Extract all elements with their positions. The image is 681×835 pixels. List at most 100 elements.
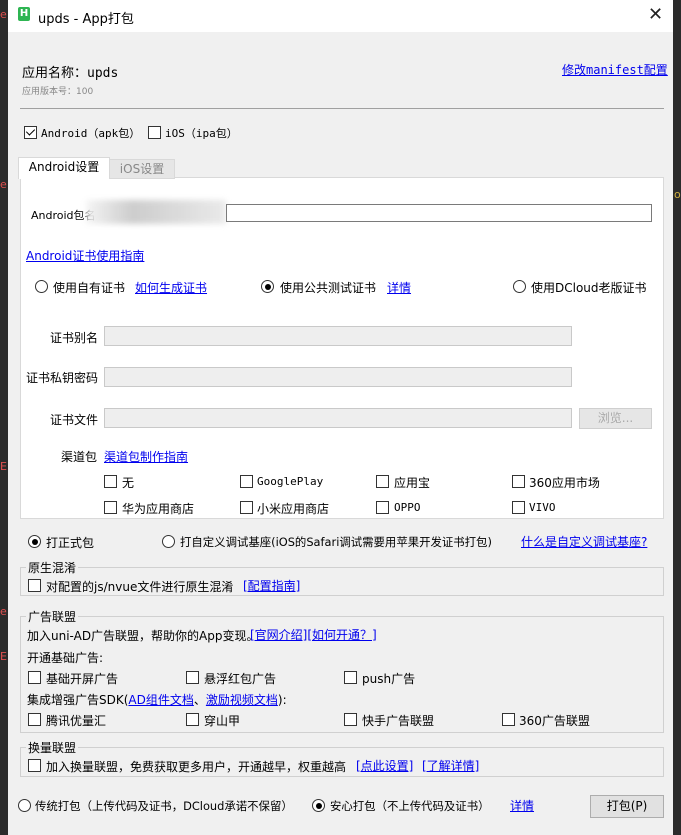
- custom-base-label: 打自定义调试基座(iOS的Safari调试需要用苹果开发证书打包): [180, 535, 492, 549]
- background-editor-mark: e: [0, 8, 7, 21]
- obfuscation-title: 原生混淆: [26, 559, 79, 576]
- cert-guide-link[interactable]: Android证书使用指南: [26, 247, 144, 264]
- tencent-ad-checkbox[interactable]: [28, 713, 41, 726]
- float-redpacket-label: 悬浮红包广告: [204, 672, 277, 686]
- own-cert-radio[interactable]: [35, 280, 48, 293]
- close-icon[interactable]: ✕: [648, 5, 663, 25]
- app-name-label: 应用名称：: [22, 66, 88, 81]
- formal-build-radio[interactable]: [28, 535, 41, 548]
- channel-360-label: 360应用市场: [529, 476, 600, 490]
- public-test-cert-label: 使用公共测试证书: [280, 281, 377, 295]
- traditional-pack-label: 传统打包（上传代码及证书，DCloud承诺不保留）: [35, 799, 293, 813]
- background-editor-mark: e: [0, 605, 7, 618]
- exchange-title: 换量联盟: [26, 739, 79, 756]
- package-name-input[interactable]: [226, 204, 652, 222]
- secure-pack-details-link[interactable]: 详情: [510, 797, 534, 814]
- push-ad-checkbox[interactable]: [344, 671, 357, 684]
- pangle-ad-checkbox[interactable]: [186, 713, 199, 726]
- exchange-settings-link[interactable]: [点此设置]: [356, 757, 413, 774]
- pack-button[interactable]: 打包(P): [590, 795, 664, 818]
- title-bar: H upds - App打包 ✕: [8, 0, 673, 32]
- channel-yingyongbao-checkbox[interactable]: [376, 475, 389, 488]
- ads-intro-link[interactable]: [官网介绍][如何开通？]: [250, 626, 377, 643]
- kuaishou-ad-label: 快手广告联盟: [362, 714, 435, 728]
- exchange-checkbox[interactable]: [28, 759, 41, 772]
- custom-base-radio[interactable]: [162, 535, 175, 548]
- splash-ad-label: 基础开屏广告: [46, 672, 119, 686]
- dcloud-old-cert-radio[interactable]: [513, 280, 526, 293]
- formal-build-label: 打正式包: [46, 536, 95, 550]
- public-test-cert-radio[interactable]: [261, 280, 274, 293]
- version-label: 应用版本号：: [22, 87, 77, 97]
- channel-guide-link[interactable]: 渠道包制作指南: [104, 448, 188, 465]
- reward-video-doc-link[interactable]: 激励视频文档: [206, 693, 278, 707]
- tab-ios-settings[interactable]: iOS设置: [109, 159, 175, 179]
- hbuilder-logo-icon: H: [18, 7, 30, 21]
- secure-pack-label: 安心打包（不上传代码及证书）: [330, 799, 490, 813]
- cert-alias-label: 证书别名: [50, 331, 99, 345]
- exchange-details-link[interactable]: [了解详情]: [422, 757, 479, 774]
- manifest-link[interactable]: 修改manifest配置: [562, 61, 668, 78]
- sdk-ads-prefix: 集成增强广告SDK(: [27, 693, 129, 707]
- android-checkbox[interactable]: [24, 126, 37, 139]
- window-title: upds - App打包: [38, 12, 134, 27]
- header-divider: [20, 108, 664, 109]
- public-cert-details-link[interactable]: 详情: [387, 279, 411, 296]
- ios-checkbox-label: iOS（ipa包）: [165, 127, 238, 140]
- channel-xiaomi-label: 小米应用商店: [257, 502, 330, 516]
- app-name-row: 应用名称：upds: [22, 62, 118, 81]
- channel-label: 渠道包: [61, 450, 98, 464]
- exchange-label: 加入换量联盟，免费获取更多用户，开通越早，权重越高: [46, 760, 347, 774]
- obfuscation-guide-link[interactable]: [配置指南]: [243, 577, 300, 594]
- ads-intro: 加入uni-AD广告联盟，帮助你的App变现。: [27, 629, 259, 643]
- ios-checkbox[interactable]: [148, 126, 161, 139]
- tencent-ad-label: 腾讯优量汇: [46, 714, 107, 728]
- background-editor-mark: E: [0, 650, 7, 663]
- ad-component-doc-link[interactable]: AD组件文档: [128, 693, 193, 707]
- cert-alias-input[interactable]: [104, 326, 572, 346]
- channel-googleplay-checkbox[interactable]: [240, 475, 253, 488]
- splash-ad-checkbox[interactable]: [28, 671, 41, 684]
- sdk-separator: 、: [193, 693, 206, 707]
- how-to-generate-link[interactable]: 如何生成证书: [135, 279, 207, 296]
- cert-file-input[interactable]: [104, 408, 572, 428]
- pangle-ad-label: 穿山甲: [204, 714, 241, 728]
- obfuscation-label: 对配置的js/nvue文件进行原生混淆: [46, 580, 234, 594]
- channel-googleplay-label: GooglePlay: [257, 475, 324, 488]
- channel-huawei-label: 华为应用商店: [122, 502, 195, 516]
- version-value: 100: [76, 87, 94, 97]
- ad360-checkbox[interactable]: [502, 713, 515, 726]
- sdk-ads-suffix: ):: [277, 693, 287, 707]
- channel-none-checkbox[interactable]: [104, 475, 117, 488]
- sdk-ads-row: 集成增强广告SDK(AD组件文档、激励视频文档):: [27, 691, 287, 708]
- channel-huawei-checkbox[interactable]: [104, 501, 117, 514]
- channel-vivo-label: VIVO: [529, 501, 556, 514]
- tab-android-settings[interactable]: Android设置: [18, 157, 110, 179]
- android-settings-panel: [20, 177, 664, 519]
- dcloud-old-cert-label: 使用DCloud老版证书: [531, 281, 647, 295]
- channel-vivo-checkbox[interactable]: [512, 501, 525, 514]
- ad360-label: 360广告联盟: [519, 714, 590, 728]
- custom-base-link[interactable]: 什么是自定义调试基座?: [521, 533, 647, 550]
- background-editor-mark: E: [0, 460, 7, 473]
- channel-yingyongbao-label: 应用宝: [394, 476, 431, 490]
- android-checkbox-label: Android（apk包）: [41, 127, 141, 140]
- channel-360-checkbox[interactable]: [512, 475, 525, 488]
- channel-none-label: 无: [122, 476, 135, 490]
- app-name: upds: [87, 66, 119, 81]
- traditional-pack-radio[interactable]: [18, 799, 31, 812]
- channel-oppo-label: OPPO: [394, 501, 421, 514]
- kuaishou-ad-checkbox[interactable]: [344, 713, 357, 726]
- ads-title: 广告联盟: [26, 608, 79, 625]
- app-pack-dialog: H upds - App打包 ✕ 应用名称：upds 应用版本号：100 修改m…: [8, 0, 673, 835]
- channel-oppo-checkbox[interactable]: [376, 501, 389, 514]
- channel-xiaomi-checkbox[interactable]: [240, 501, 253, 514]
- browse-button[interactable]: 浏览...: [579, 408, 652, 429]
- cert-password-input[interactable]: [104, 367, 572, 387]
- float-redpacket-checkbox[interactable]: [186, 671, 199, 684]
- cert-file-label: 证书文件: [50, 413, 99, 427]
- secure-pack-radio[interactable]: [312, 799, 325, 812]
- background-editor-mark: o: [674, 188, 681, 201]
- background-editor-mark: e: [0, 178, 7, 191]
- obfuscation-checkbox[interactable]: [28, 579, 41, 592]
